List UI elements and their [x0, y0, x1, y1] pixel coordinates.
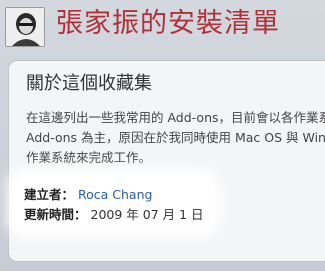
- header: 張家振的安裝清單: [0, 0, 325, 52]
- description-line: 在這邊列出一些我常用的 Add-ons，目前會以各作業系: [26, 110, 325, 125]
- updated-label: 更新時間：: [24, 207, 87, 222]
- collection-metadata: 建立者： Roca Chang 更新時間： 2009 年 07 月 1 日: [24, 185, 204, 225]
- description-line: 作業系統來完成工作。: [26, 150, 152, 165]
- creator-row: 建立者： Roca Chang: [24, 185, 204, 205]
- updated-value: 2009 年 07 月 1 日: [90, 207, 204, 222]
- collection-heading: 關於這個收藏集: [26, 73, 152, 94]
- creator-label: 建立者：: [24, 187, 75, 202]
- collection-description: 在這邊列出一些我常用的 Add-ons，目前會以各作業系 Add-ons 為主，…: [26, 108, 325, 168]
- description-line: Add-ons 為主，原因在於我同時使用 Mac OS 與 Wind: [26, 130, 325, 145]
- collection-info-card: 關於這個收藏集 在這邊列出一些我常用的 Add-ons，目前會以各作業系 Add…: [8, 60, 325, 262]
- user-avatar-icon[interactable]: [5, 7, 45, 47]
- updated-row: 更新時間： 2009 年 07 月 1 日: [24, 205, 204, 225]
- creator-link[interactable]: Roca Chang: [78, 187, 152, 202]
- page-title: 張家振的安裝清單: [56, 8, 280, 39]
